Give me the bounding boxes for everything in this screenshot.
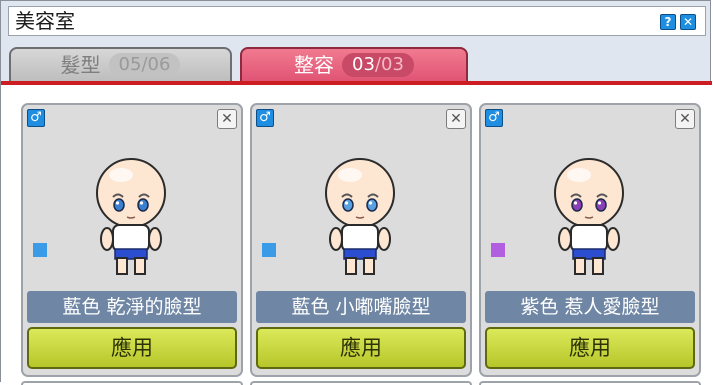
close-icon[interactable]: ✕ [446, 109, 466, 129]
beauty-salon-window: 美容室 ? ✕ 髮型 05/06 整容 03/03 ♂ ✕ 藍色 乾淨的臉型 應… [0, 0, 712, 385]
face-card[interactable]: ♂ ✕ 藍色 乾淨的臉型 應用 [21, 103, 243, 377]
tab-face-count: 03/03 [342, 53, 414, 77]
face-name-label: 紫色 惹人愛臉型 [485, 291, 695, 323]
male-icon: ♂ [27, 109, 45, 127]
apply-button[interactable]: 應用 [27, 327, 237, 369]
close-icon[interactable]: ✕ [675, 109, 695, 129]
tab-hairstyle-count: 05/06 [108, 53, 181, 77]
apply-button[interactable]: 應用 [485, 327, 695, 369]
color-swatch [33, 243, 47, 257]
male-icon: ♂ [485, 109, 503, 127]
face-name-label: 藍色 乾淨的臉型 [27, 291, 237, 323]
face-card[interactable]: ♂ ✕ 紫色 惹人愛臉型 應用 [479, 103, 701, 377]
color-swatch [262, 243, 276, 257]
apply-button[interactable]: 應用 [256, 327, 466, 369]
face-list: ♂ ✕ 藍色 乾淨的臉型 應用 ♂ ✕ 藍色 小嘟嘴臉型 應用 ♂ ✕ 紫色 惹… [1, 85, 712, 385]
tab-strip: 髮型 05/06 整容 03/03 [8, 39, 706, 83]
face-card[interactable]: ♂ ✕ 藍色 小嘟嘴臉型 應用 [250, 103, 472, 377]
tab-face-label: 整容 [294, 53, 335, 77]
character-avatar [554, 158, 624, 275]
tab-hairstyle[interactable]: 髮型 05/06 [9, 47, 232, 83]
close-icon[interactable]: ✕ [217, 109, 237, 129]
tab-hairstyle-label: 髮型 [60, 53, 101, 77]
color-swatch [491, 243, 505, 257]
close-window-icon[interactable]: ✕ [680, 14, 696, 30]
help-icon[interactable]: ? [660, 14, 676, 30]
character-avatar [96, 158, 166, 275]
male-icon: ♂ [256, 109, 274, 127]
tab-face[interactable]: 整容 03/03 [240, 47, 468, 83]
character-avatar [325, 158, 395, 275]
window-title: 美容室 [15, 9, 75, 33]
title-bar: 美容室 ? ✕ [8, 6, 706, 36]
face-name-label: 藍色 小嘟嘴臉型 [256, 291, 466, 323]
